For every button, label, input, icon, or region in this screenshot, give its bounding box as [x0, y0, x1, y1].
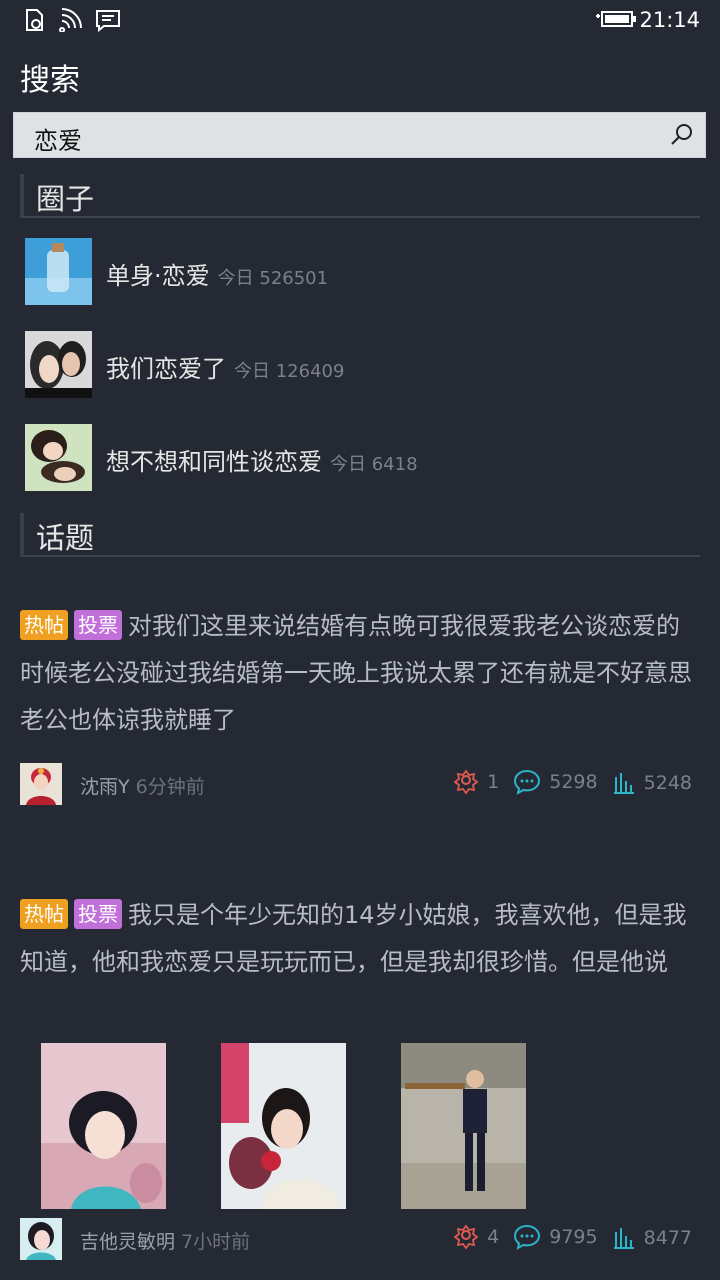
circle-name: 想不想和同性谈恋爱 — [106, 448, 322, 476]
message-icon — [96, 10, 120, 32]
topic-post[interactable]: 热帖 投票 对我们这里来说结婚有点晚可我很爱我老公谈恋爱的时候老公没碰过我结婚第一天… — [20, 603, 700, 744]
comment-icon[interactable] — [513, 769, 541, 795]
page-title: 搜索 — [20, 63, 80, 98]
search-icon[interactable] — [669, 122, 695, 148]
like-count: 4 — [487, 1226, 500, 1248]
phone-status-icon — [26, 9, 43, 31]
search-input[interactable]: 恋爱 — [13, 112, 706, 158]
post-photo[interactable] — [41, 1043, 166, 1209]
circle-today-count: 今日 126409 — [234, 361, 345, 382]
circle-thumbnail — [25, 424, 92, 491]
clock: 21:14 — [639, 8, 700, 32]
circle-today-count: 今日 6418 — [330, 454, 418, 475]
circle-today-count: 今日 526501 — [217, 268, 329, 289]
bar-chart-icon — [613, 1228, 634, 1249]
bar-chart-icon — [613, 773, 634, 794]
view-count: 8477 — [643, 1227, 692, 1249]
comment-icon[interactable] — [513, 1224, 541, 1250]
wifi-icon — [59, 8, 82, 32]
post-meta: 沈雨Y 6分钟前 1 5298 5248 — [20, 763, 700, 805]
post-photo[interactable] — [401, 1043, 526, 1209]
avatar[interactable] — [20, 763, 62, 805]
section-header-topics: 话题 — [20, 513, 700, 557]
post-time: 7小时前 — [181, 1231, 251, 1253]
post-meta: 吉他灵敏明 7小时前 4 9795 8477 — [20, 1218, 700, 1260]
topic-post[interactable]: 热帖 投票 我只是个年少无知的14岁小姑娘，我喜欢他，但是我知道，他和我恋爱只是玩玩… — [20, 892, 700, 986]
flower-like-icon[interactable] — [453, 1224, 479, 1250]
circle-thumbnail — [25, 331, 92, 398]
battery-icon — [596, 11, 636, 27]
author-name[interactable]: 吉他灵敏明 — [80, 1231, 175, 1253]
comment-count: 9795 — [549, 1226, 598, 1248]
hot-tag: 热帖 — [20, 610, 68, 640]
hot-tag: 热帖 — [20, 899, 68, 929]
vote-tag: 投票 — [74, 610, 122, 640]
circle-thumbnail — [25, 238, 92, 305]
author-name[interactable]: 沈雨Y — [80, 776, 130, 798]
circle-item[interactable]: 想不想和同性谈恋爱 今日 6418 — [25, 424, 705, 492]
post-stats: 1 5298 5248 — [445, 769, 692, 799]
section-title: 圈子 — [36, 182, 95, 216]
circle-item[interactable]: 单身·恋爱 今日 526501 — [25, 238, 705, 306]
post-photo[interactable] — [221, 1043, 346, 1209]
circle-item[interactable]: 我们恋爱了 今日 126409 — [25, 331, 705, 399]
view-count: 5248 — [643, 772, 692, 794]
vote-tag: 投票 — [74, 899, 122, 929]
status-bar: 21:14 — [0, 0, 720, 42]
comment-count: 5298 — [549, 771, 598, 793]
section-title: 话题 — [36, 521, 95, 555]
post-stats: 4 9795 8477 — [445, 1224, 692, 1254]
section-header-circles: 圈子 — [20, 174, 700, 218]
circle-name: 单身·恋爱 — [106, 262, 210, 290]
circle-name: 我们恋爱了 — [106, 355, 226, 383]
avatar[interactable] — [20, 1218, 62, 1260]
flower-like-icon[interactable] — [453, 769, 479, 795]
like-count: 1 — [487, 771, 500, 793]
post-time: 6分钟前 — [135, 776, 205, 798]
search-query[interactable]: 恋爱 — [34, 121, 82, 156]
